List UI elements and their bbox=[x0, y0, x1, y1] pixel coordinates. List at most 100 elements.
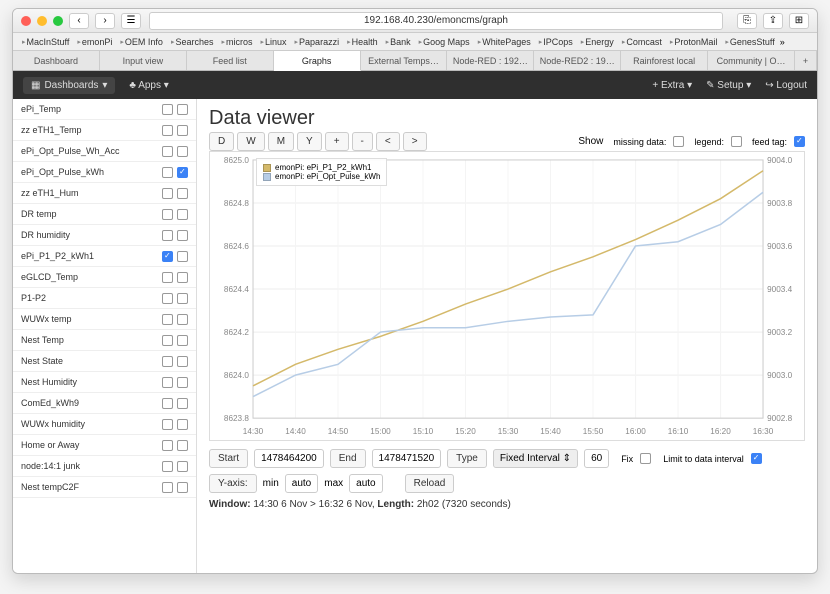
feed-left-checkbox[interactable] bbox=[162, 356, 173, 367]
fix-checkbox[interactable] bbox=[640, 453, 651, 464]
feed-left-checkbox[interactable] bbox=[162, 440, 173, 451]
feed-right-checkbox[interactable] bbox=[177, 251, 188, 262]
range-button--[interactable]: - bbox=[352, 132, 373, 151]
bookmark-item[interactable]: ProtonMail bbox=[667, 36, 721, 48]
feed-right-checkbox[interactable] bbox=[177, 440, 188, 451]
missing-data-checkbox[interactable] bbox=[673, 136, 684, 147]
start-input[interactable]: 1478464200 bbox=[254, 449, 324, 468]
feed-right-checkbox[interactable] bbox=[177, 482, 188, 493]
feed-left-checkbox[interactable] bbox=[162, 314, 173, 325]
close-icon[interactable] bbox=[21, 16, 31, 26]
bookmark-item[interactable]: MacInStuff bbox=[19, 36, 72, 48]
feed-row[interactable]: Nest Humidity bbox=[13, 372, 196, 393]
feed-row[interactable]: Nest State bbox=[13, 351, 196, 372]
feed-row[interactable]: DR temp bbox=[13, 204, 196, 225]
legend-checkbox[interactable] bbox=[731, 136, 742, 147]
bookmark-item[interactable]: Health bbox=[344, 36, 381, 48]
feed-left-checkbox[interactable] bbox=[162, 209, 173, 220]
feed-row[interactable]: ePi_Opt_Pulse_Wh_Acc bbox=[13, 141, 196, 162]
feed-right-checkbox[interactable] bbox=[177, 356, 188, 367]
feed-left-checkbox[interactable] bbox=[162, 419, 173, 430]
tabs-button[interactable]: ⊞ bbox=[789, 13, 809, 29]
feed-right-checkbox[interactable] bbox=[177, 314, 188, 325]
feed-row[interactable]: ePi_Opt_Pulse_kWh bbox=[13, 162, 196, 183]
bookmark-item[interactable]: emonPi bbox=[74, 36, 115, 48]
feed-row[interactable]: Nest Temp bbox=[13, 330, 196, 351]
extra-menu[interactable]: + Extra ▾ bbox=[652, 80, 692, 91]
feed-left-checkbox[interactable] bbox=[162, 377, 173, 388]
feed-row[interactable]: WUWx temp bbox=[13, 309, 196, 330]
feed-left-checkbox[interactable] bbox=[162, 398, 173, 409]
bookmark-item[interactable]: micros bbox=[218, 36, 255, 48]
feed-row[interactable]: Home or Away bbox=[13, 435, 196, 456]
type-select[interactable]: Fixed Interval ⇕ bbox=[493, 449, 578, 468]
feed-left-checkbox[interactable] bbox=[162, 104, 173, 115]
feed-right-checkbox[interactable] bbox=[177, 335, 188, 346]
feed-right-checkbox[interactable] bbox=[177, 419, 188, 430]
feed-left-checkbox[interactable] bbox=[162, 146, 173, 157]
feed-right-checkbox[interactable] bbox=[177, 167, 188, 178]
sidebar-toggle[interactable]: ☰ bbox=[121, 13, 141, 29]
feed-row[interactable]: P1-P2 bbox=[13, 288, 196, 309]
forward-button[interactable]: › bbox=[95, 13, 115, 29]
apps-menu[interactable]: ♣ Apps ▾ bbox=[129, 80, 168, 91]
browser-tab[interactable]: Community | O… bbox=[708, 51, 795, 70]
feed-row[interactable]: eGLCD_Temp bbox=[13, 267, 196, 288]
setup-menu[interactable]: ✎ Setup ▾ bbox=[706, 80, 751, 91]
feed-right-checkbox[interactable] bbox=[177, 146, 188, 157]
feed-row[interactable]: Nest tempC2F bbox=[13, 477, 196, 498]
browser-tab[interactable]: Rainforest local bbox=[621, 51, 708, 70]
bookmark-item[interactable]: Bank bbox=[383, 36, 414, 48]
reload-button[interactable]: Reload bbox=[405, 474, 455, 493]
feed-row[interactable]: WUWx humidity bbox=[13, 414, 196, 435]
feedtag-checkbox[interactable] bbox=[794, 136, 805, 147]
share-button[interactable]: ⇪ bbox=[763, 13, 783, 29]
bookmark-item[interactable]: IPCops bbox=[536, 36, 576, 48]
feed-row[interactable]: ePi_P1_P2_kWh1 bbox=[13, 246, 196, 267]
back-button[interactable]: ‹ bbox=[69, 13, 89, 29]
feed-right-checkbox[interactable] bbox=[177, 293, 188, 304]
feed-right-checkbox[interactable] bbox=[177, 272, 188, 283]
browser-tab[interactable]: Node-RED : 192… bbox=[447, 51, 534, 70]
feed-row[interactable]: zz eTH1_Temp bbox=[13, 120, 196, 141]
feed-left-checkbox[interactable] bbox=[162, 251, 173, 262]
range-button-D[interactable]: D bbox=[209, 132, 234, 151]
bookmark-item[interactable]: GenesStuff bbox=[722, 36, 777, 48]
feed-left-checkbox[interactable] bbox=[162, 125, 173, 136]
feed-left-checkbox[interactable] bbox=[162, 272, 173, 283]
reader-button[interactable]: ⎘ bbox=[737, 13, 757, 29]
bookmark-item[interactable]: OEM Info bbox=[117, 36, 166, 48]
range-button-Y[interactable]: Y bbox=[297, 132, 322, 151]
feed-row[interactable]: node:14:1 junk bbox=[13, 456, 196, 477]
bookmark-item[interactable]: Searches bbox=[168, 36, 217, 48]
bookmark-item[interactable]: Paparazzi bbox=[292, 36, 343, 48]
range-button-W[interactable]: W bbox=[237, 132, 264, 151]
zoom-icon[interactable] bbox=[53, 16, 63, 26]
range-button->[interactable]: > bbox=[403, 132, 427, 151]
range-button-+[interactable]: + bbox=[325, 132, 349, 151]
url-bar[interactable]: 192.168.40.230/emoncms/graph bbox=[149, 12, 723, 30]
browser-tab[interactable]: External Temps… bbox=[361, 51, 448, 70]
feed-left-checkbox[interactable] bbox=[162, 293, 173, 304]
feed-left-checkbox[interactable] bbox=[162, 335, 173, 346]
feed-right-checkbox[interactable] bbox=[177, 461, 188, 472]
feed-right-checkbox[interactable] bbox=[177, 104, 188, 115]
feed-row[interactable]: ComEd_kWh9 bbox=[13, 393, 196, 414]
feed-row[interactable]: DR humidity bbox=[13, 225, 196, 246]
browser-tab[interactable]: Graphs bbox=[274, 51, 361, 71]
end-input[interactable]: 1478471520 bbox=[372, 449, 442, 468]
bookmark-item[interactable]: WhitePages bbox=[475, 36, 534, 48]
bookmark-item[interactable]: Linux bbox=[258, 36, 290, 48]
feed-right-checkbox[interactable] bbox=[177, 377, 188, 388]
feed-left-checkbox[interactable] bbox=[162, 167, 173, 178]
feed-right-checkbox[interactable] bbox=[177, 125, 188, 136]
bookmark-item[interactable]: Energy bbox=[578, 36, 617, 48]
feed-left-checkbox[interactable] bbox=[162, 461, 173, 472]
feed-right-checkbox[interactable] bbox=[177, 230, 188, 241]
type-value-input[interactable]: 60 bbox=[584, 449, 609, 468]
range-button-M[interactable]: M bbox=[268, 132, 294, 151]
feed-row[interactable]: ePi_Temp bbox=[13, 99, 196, 120]
feed-left-checkbox[interactable] bbox=[162, 230, 173, 241]
feed-left-checkbox[interactable] bbox=[162, 482, 173, 493]
ymax-input[interactable]: auto bbox=[349, 474, 382, 493]
